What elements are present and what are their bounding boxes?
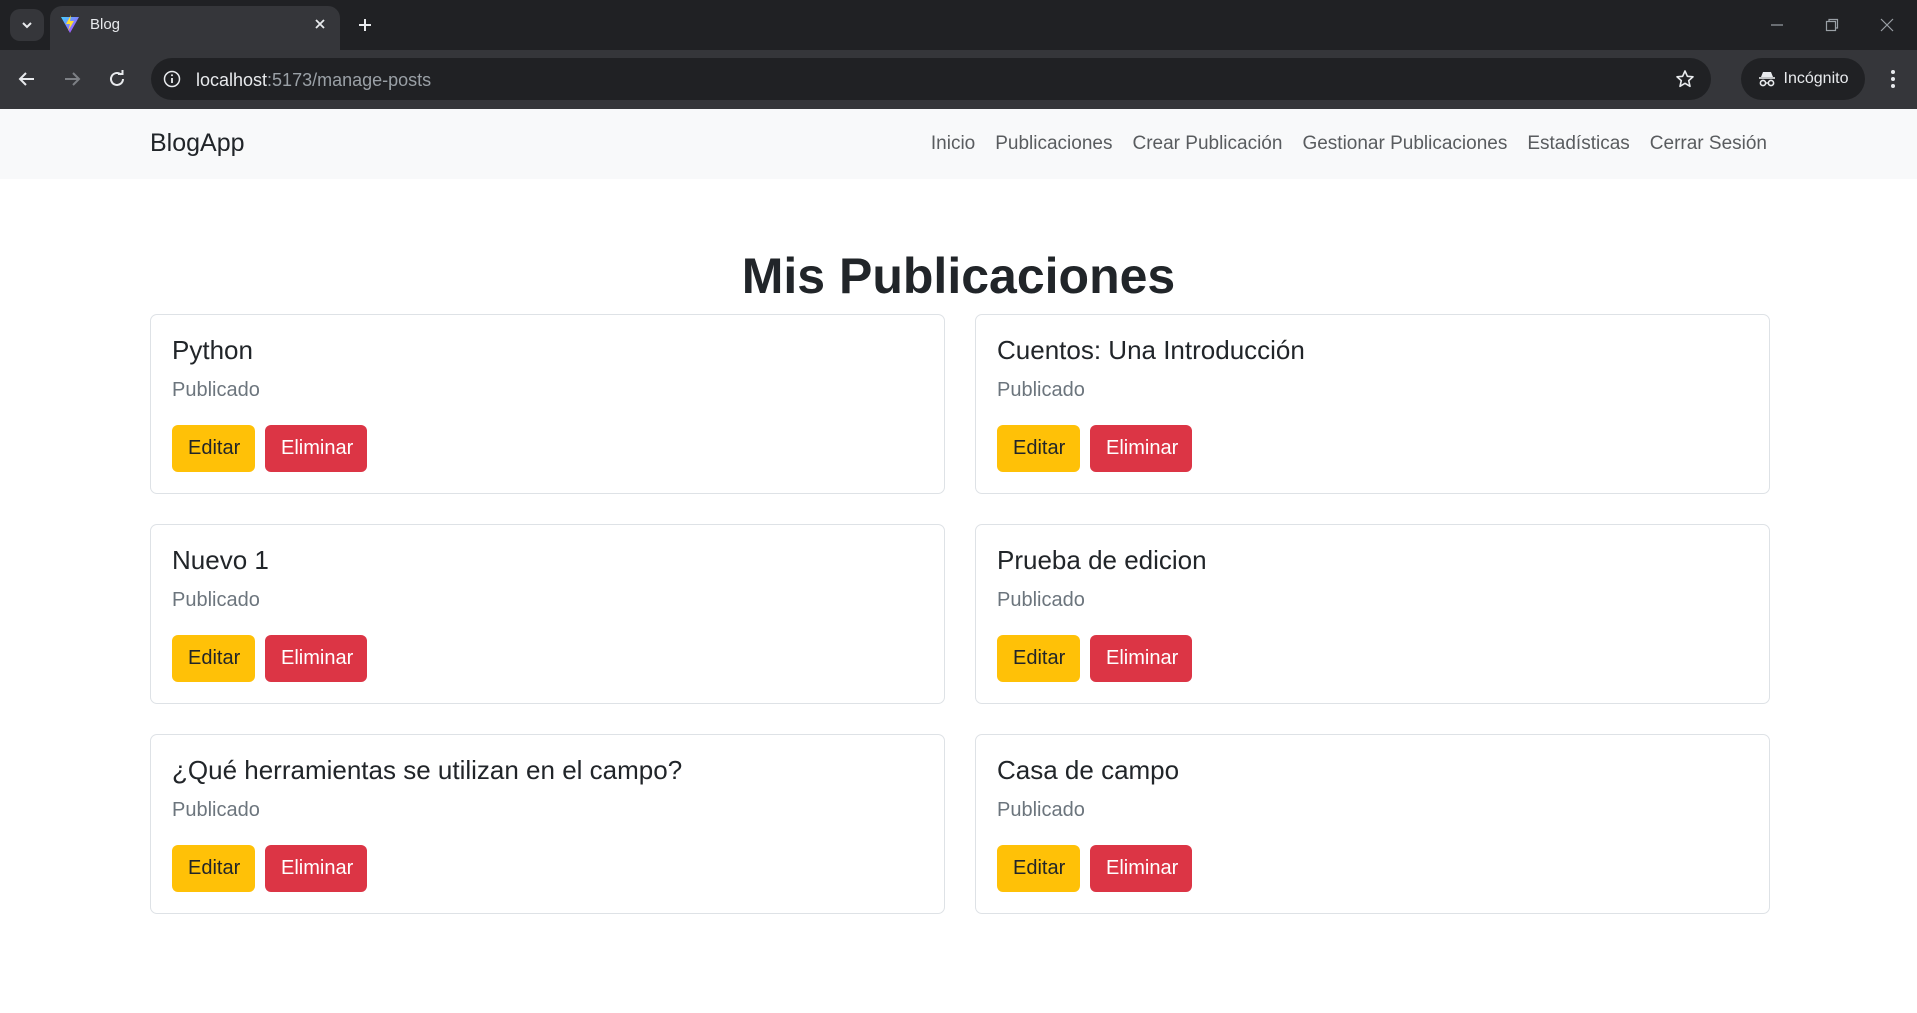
new-tab-button[interactable]	[351, 11, 379, 39]
post-title: Casa de campo	[997, 755, 1180, 785]
post-title: Prueba de edicion	[997, 545, 1207, 575]
delete-button[interactable]: Eliminar	[1090, 635, 1192, 682]
nav-link-publicaciones[interactable]: Publicaciones	[985, 133, 1122, 155]
nav-links: Inicio Publicaciones Crear Publicación G…	[921, 133, 1767, 155]
post-actions: Editar Eliminar	[172, 425, 367, 472]
more-vertical-icon	[1891, 70, 1895, 88]
post-card: Prueba de edicion Publicado Editar Elimi…	[975, 524, 1770, 704]
delete-button[interactable]: Eliminar	[1090, 425, 1192, 472]
post-card: Nuevo 1 Publicado Editar Eliminar	[150, 524, 945, 704]
incognito-indicator[interactable]: Incógnito	[1741, 58, 1865, 100]
plus-icon	[359, 19, 371, 31]
address-bar[interactable]: localhost:5173/manage-posts	[151, 58, 1711, 100]
vite-logo-icon	[61, 15, 79, 33]
post-card: Python Publicado Editar Eliminar	[150, 314, 945, 494]
post-status: Publicado	[172, 379, 260, 401]
nav-link-crear-publicacion[interactable]: Crear Publicación	[1122, 133, 1292, 155]
delete-button[interactable]: Eliminar	[265, 635, 367, 682]
close-tab-button[interactable]	[308, 12, 332, 36]
brand-logo[interactable]: BlogApp	[150, 129, 245, 158]
post-status: Publicado	[997, 589, 1085, 611]
post-status: Publicado	[172, 589, 260, 611]
post-title: ¿Qué herramientas se utilizan en el camp…	[172, 755, 683, 785]
url-path: :5173/manage-posts	[267, 70, 432, 90]
close-icon	[315, 19, 325, 29]
browser-tab[interactable]: Blog	[50, 6, 340, 50]
post-card: ¿Qué herramientas se utilizan en el camp…	[150, 734, 945, 914]
post-title: Nuevo 1	[172, 545, 269, 575]
incognito-label: Incógnito	[1783, 70, 1849, 87]
star-icon	[1676, 70, 1694, 88]
edit-button[interactable]: Editar	[172, 635, 255, 682]
nav-link-cerrar-sesion[interactable]: Cerrar Sesión	[1640, 133, 1767, 155]
post-status: Publicado	[997, 379, 1085, 401]
post-actions: Editar Eliminar	[997, 635, 1192, 682]
edit-button[interactable]: Editar	[172, 845, 255, 892]
post-title: Python	[172, 335, 253, 365]
forward-button[interactable]	[56, 63, 88, 95]
nav-link-estadisticas[interactable]: Estadísticas	[1517, 133, 1639, 155]
post-status: Publicado	[997, 799, 1085, 821]
delete-button[interactable]: Eliminar	[1090, 845, 1192, 892]
minimize-icon	[1771, 24, 1783, 26]
close-window-button[interactable]	[1873, 11, 1901, 39]
tab-search-button[interactable]	[10, 9, 44, 41]
page-title: Mis Publicaciones	[741, 248, 1176, 304]
site-info-icon[interactable]	[161, 68, 183, 90]
arrow-left-icon	[18, 72, 34, 86]
nav-link-gestionar-publicaciones[interactable]: Gestionar Publicaciones	[1292, 133, 1517, 155]
post-actions: Editar Eliminar	[997, 425, 1192, 472]
minimize-button[interactable]	[1763, 11, 1791, 39]
reload-icon	[110, 70, 124, 86]
browser-tab-strip: Blog	[0, 0, 1917, 50]
delete-button[interactable]: Eliminar	[265, 425, 367, 472]
edit-button[interactable]: Editar	[997, 425, 1080, 472]
post-actions: Editar Eliminar	[172, 845, 367, 892]
close-icon	[1880, 18, 1894, 32]
nav-link-inicio[interactable]: Inicio	[921, 133, 985, 155]
edit-button[interactable]: Editar	[997, 635, 1080, 682]
chevron-down-icon	[22, 22, 32, 29]
url-text: localhost:5173/manage-posts	[196, 70, 431, 91]
post-title: Cuentos: Una Introducción	[997, 335, 1305, 365]
edit-button[interactable]: Editar	[997, 845, 1080, 892]
post-actions: Editar Eliminar	[997, 845, 1192, 892]
tab-title: Blog	[90, 16, 121, 33]
restore-icon	[1825, 18, 1839, 32]
url-host: localhost	[196, 70, 268, 90]
browser-toolbar: localhost:5173/manage-posts Incógnito	[0, 50, 1917, 109]
post-card: Cuentos: Una Introducción Publicado Edit…	[975, 314, 1770, 494]
edit-button[interactable]: Editar	[172, 425, 255, 472]
post-card: Casa de campo Publicado Editar Eliminar	[975, 734, 1770, 914]
post-status: Publicado	[172, 799, 260, 821]
restore-button[interactable]	[1818, 11, 1846, 39]
post-actions: Editar Eliminar	[172, 635, 367, 682]
posts-grid: Python Publicado Editar Eliminar Cuentos…	[150, 314, 1770, 914]
incognito-icon	[1758, 72, 1775, 87]
back-button[interactable]	[11, 63, 43, 95]
arrow-right-icon	[65, 72, 81, 86]
bookmark-star-button[interactable]	[1673, 67, 1697, 91]
info-icon	[163, 70, 181, 88]
app-navbar: BlogApp Inicio Publicaciones Crear Publi…	[0, 109, 1917, 179]
browser-menu-button[interactable]	[1878, 63, 1908, 95]
reload-button[interactable]	[101, 63, 133, 95]
delete-button[interactable]: Eliminar	[265, 845, 367, 892]
